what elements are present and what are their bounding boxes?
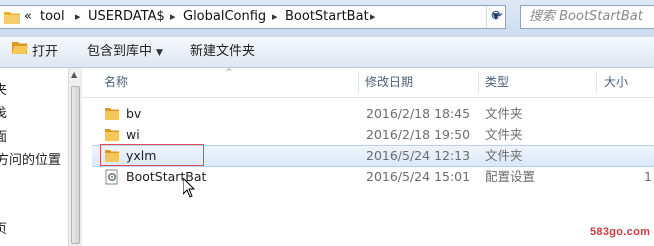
folder-icon xyxy=(4,10,20,27)
file-size: 1 xyxy=(644,169,652,184)
file-type: 文件夹 xyxy=(485,106,523,121)
include-in-library-button[interactable]: 包含到库中 ▼ xyxy=(87,37,163,67)
chevron-right-icon[interactable]: ▸ xyxy=(170,6,176,28)
file-name[interactable]: wi xyxy=(126,124,140,146)
chevron-right-icon[interactable]: ▸ xyxy=(75,6,81,28)
nav-scrollbar[interactable]: ▲ xyxy=(68,68,82,246)
file-name[interactable]: bv xyxy=(126,103,141,125)
file-modified: 2016/5/24 12:13 xyxy=(366,148,471,163)
column-type[interactable]: 类型 xyxy=(485,68,509,97)
include-label: 包含到库中 xyxy=(87,44,153,59)
column-divider[interactable] xyxy=(596,71,597,93)
breadcrumb-userdata[interactable]: USERDATA$ xyxy=(88,6,165,28)
file-modified: 2016/5/24 15:01 xyxy=(366,169,471,184)
file-row[interactable]: wi 2016/2/18 19:50 文件夹 xyxy=(92,124,654,146)
column-header-row: ^ 名称 修改日期 类型 大小 xyxy=(82,68,654,98)
config-file-icon xyxy=(104,169,120,188)
folder-icon xyxy=(104,149,120,166)
address-bar-row: « tool ▸ USERDATA$ ▸ GlobalConfig ▸ Boot… xyxy=(0,0,654,37)
open-button[interactable]: 打开 xyxy=(12,37,58,67)
mouse-cursor-icon xyxy=(182,176,196,201)
breadcrumb-globalconfig[interactable]: GlobalConfig xyxy=(183,6,266,28)
nav-item[interactable]: 戋 xyxy=(0,104,7,124)
navigation-pane: 夹 戋 面 方问的位置 页 xyxy=(0,68,68,246)
column-size[interactable]: 大小 xyxy=(604,68,628,97)
file-list: ^ 名称 修改日期 类型 大小 bv 2016/2/18 18:45 文件夹 w… xyxy=(82,68,654,246)
watermark-text: 583go.com xyxy=(590,226,651,238)
file-name[interactable]: yxlm xyxy=(126,145,156,167)
file-type: 配置设置 xyxy=(485,169,536,184)
column-divider[interactable] xyxy=(358,71,359,93)
file-row[interactable]: BootStartBat 2016/5/24 15:01 配置设置 1 xyxy=(92,166,654,188)
command-bar: 打开 包含到库中 ▼ 新建文件夹 xyxy=(0,37,654,68)
address-bar[interactable]: « tool ▸ USERDATA$ ▸ GlobalConfig ▸ Boot… xyxy=(0,5,506,29)
file-modified: 2016/2/18 19:50 xyxy=(366,127,471,142)
nav-item[interactable]: 夹 xyxy=(0,81,7,101)
chevron-right-icon[interactable]: ▸ xyxy=(272,6,278,28)
nav-item[interactable]: 页 xyxy=(0,220,7,240)
open-icon xyxy=(12,37,28,67)
search-input[interactable]: 搜索 BootStartBat xyxy=(520,5,654,29)
breadcrumb-tool[interactable]: tool xyxy=(40,6,65,28)
new-folder-button[interactable]: 新建文件夹 xyxy=(190,37,255,67)
breadcrumb-bootstartbat[interactable]: BootStartBat xyxy=(285,6,369,28)
nav-item-recent-places[interactable]: 方问的位置 xyxy=(0,151,61,171)
column-divider[interactable] xyxy=(478,71,479,93)
open-label: 打开 xyxy=(32,44,59,60)
folder-icon xyxy=(104,128,120,145)
new-folder-label: 新建文件夹 xyxy=(190,44,256,59)
nav-item[interactable]: 面 xyxy=(0,128,7,148)
scrollbar-thumb[interactable] xyxy=(71,86,80,244)
folder-icon xyxy=(104,107,120,124)
scroll-up-icon[interactable]: ▲ xyxy=(71,70,77,79)
file-modified: 2016/2/18 18:45 xyxy=(366,106,471,121)
file-type: 文件夹 xyxy=(485,127,523,142)
refresh-icon[interactable]: ⟳ xyxy=(488,5,506,29)
column-name[interactable]: 名称 xyxy=(104,68,128,97)
file-type: 文件夹 xyxy=(485,148,523,163)
chevron-down-icon: ▼ xyxy=(156,48,163,58)
search-placeholder: 搜索 BootStartBat xyxy=(529,9,643,24)
file-row-selected[interactable]: yxlm 2016/5/24 12:13 文件夹 xyxy=(92,144,654,167)
breadcrumb-overflow[interactable]: « xyxy=(24,6,32,28)
sort-ascending-icon: ^ xyxy=(225,68,233,78)
chevron-right-icon[interactable]: ▸ xyxy=(370,6,376,28)
column-modified[interactable]: 修改日期 xyxy=(365,68,413,97)
file-row[interactable]: bv 2016/2/18 18:45 文件夹 xyxy=(92,103,654,125)
